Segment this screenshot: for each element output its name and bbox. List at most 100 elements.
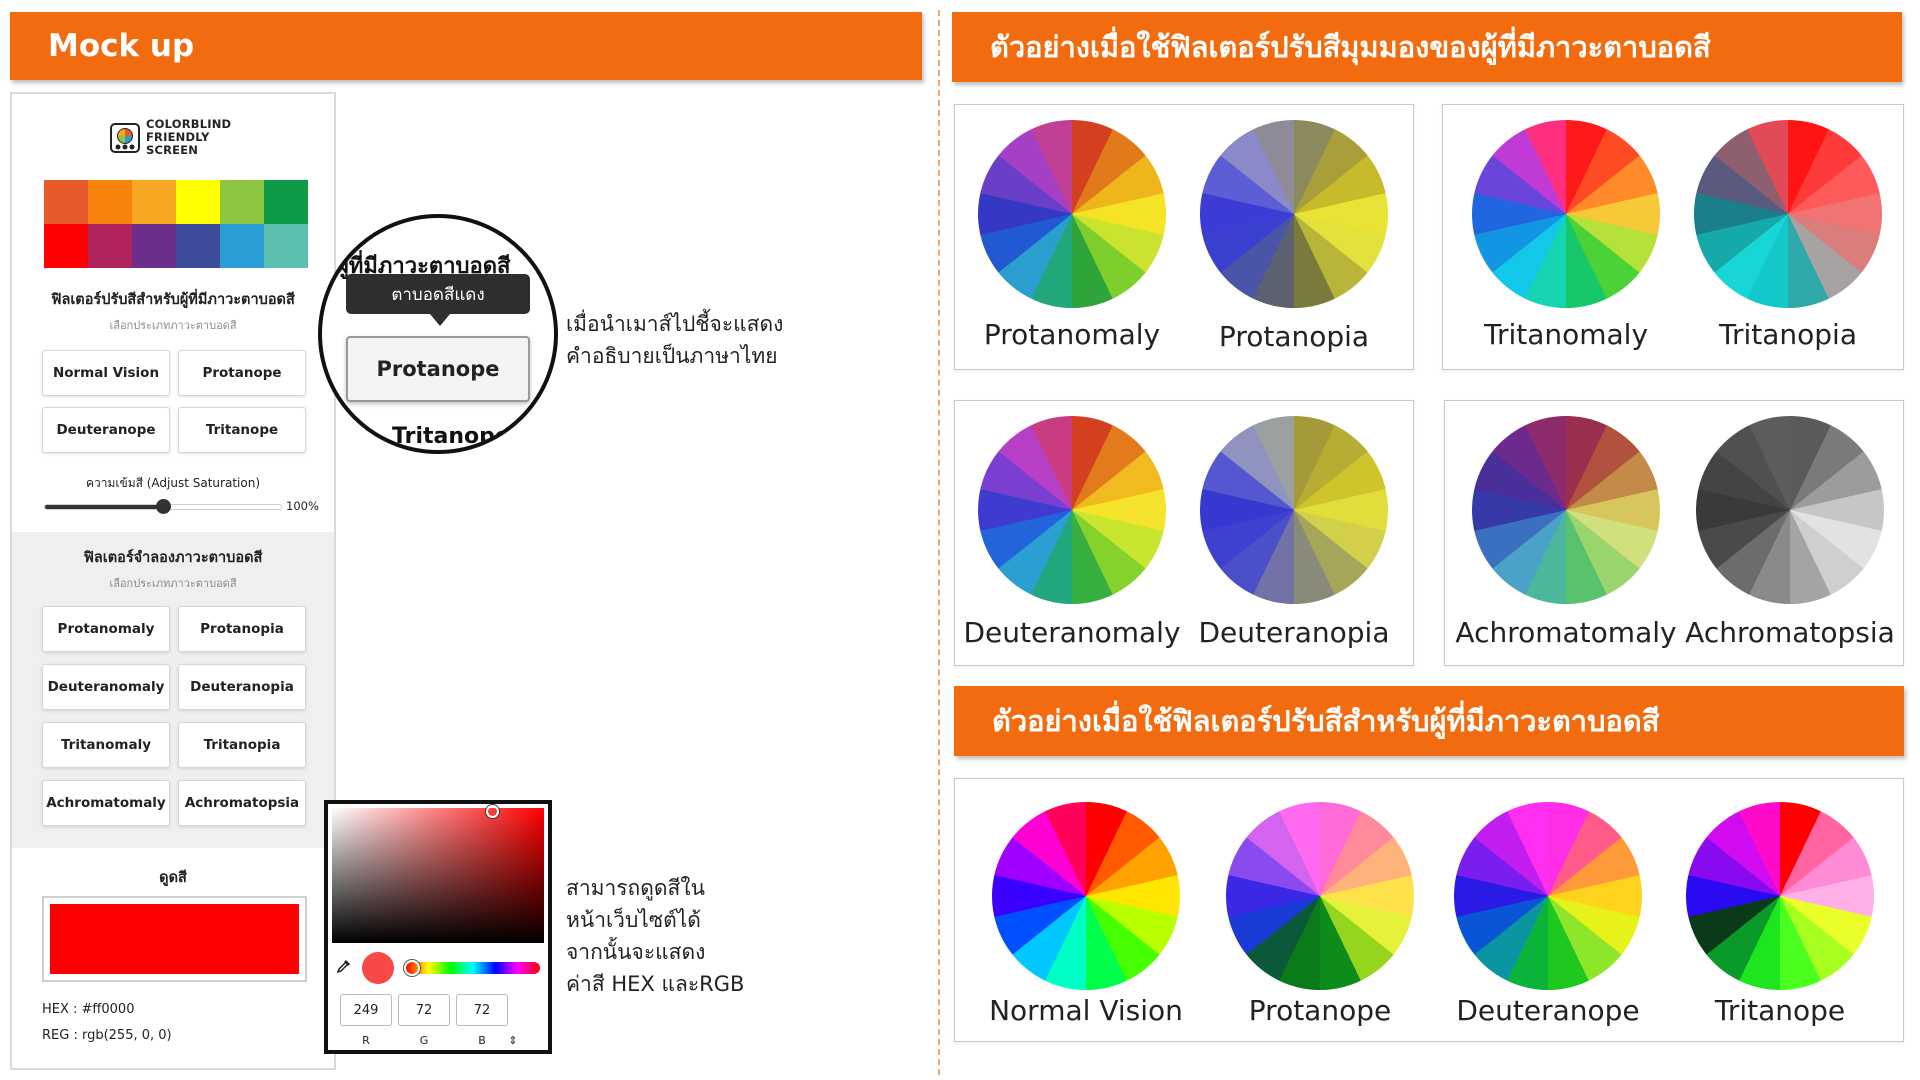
filter-wheel-label: Normal Vision: [989, 994, 1183, 1027]
tooltip-arrow: [430, 314, 450, 326]
note-line: เมื่อนำเมาส์ไปชี้จะแสดง: [566, 312, 784, 336]
filter-section-subtitle: เลือกประเภทภาวะตาบอดสี: [109, 319, 237, 332]
palette-swatch: [176, 224, 220, 268]
tritanomaly-button[interactable]: Tritanomaly: [42, 722, 170, 768]
simulation-wheel-2: [1472, 120, 1660, 308]
saturation-slider[interactable]: [44, 499, 282, 514]
simulation-wheel-3: [1694, 120, 1882, 308]
simulation-wheel-label: Protanomaly: [983, 318, 1161, 351]
filter-wheel-2: [1454, 802, 1642, 990]
palette-swatch: [132, 224, 176, 268]
palette-swatch: [44, 180, 88, 224]
r-input[interactable]: 249: [340, 994, 392, 1026]
achromatopsia-button[interactable]: Achromatopsia: [178, 780, 306, 826]
simulation-banner-title: ตัวอย่างเมื่อใช้ฟิลเตอร์ปรับสีมุมมองของผ…: [990, 30, 1711, 64]
saturation-slider-fill: [45, 505, 163, 509]
simulation-banner: ตัวอย่างเมื่อใช้ฟิลเตอร์ปรับสีมุมมองของผ…: [952, 12, 1902, 82]
palette-swatch: [44, 224, 88, 268]
color-picker: 249 72 72 R G B ⇕: [324, 800, 552, 1054]
protanope-button[interactable]: Protanope: [178, 350, 306, 396]
rgb-value: REG : rgb(255, 0, 0): [42, 1028, 172, 1043]
simulation-wheel-label: Protanopia: [1218, 320, 1370, 353]
achromatomaly-button[interactable]: Achromatomaly: [42, 780, 170, 826]
simulation-wheel-label: Achromatopsia: [1685, 616, 1895, 649]
saturation-label: ความเข้มสี (Adjust Saturation): [85, 476, 260, 490]
simulation-wheel-label: Achromatomaly: [1455, 616, 1677, 649]
zoom-fragment: Tritanope: [392, 424, 510, 449]
colorblind-logo-icon: [110, 122, 140, 153]
picker-field-handle[interactable]: [486, 805, 499, 818]
filter-section-title: ฟิลเตอร์ปรับสีสำหรับผู้ที่มีภาวะตาบอดสี: [51, 292, 295, 308]
color-preview-swatch: [50, 904, 299, 974]
saturation-value: 100%: [286, 499, 319, 513]
r-label: R: [362, 1034, 370, 1047]
palette-swatch: [132, 180, 176, 224]
g-label: G: [419, 1034, 429, 1047]
hex-value: HEX : #ff0000: [42, 1002, 135, 1017]
note-line: สามารถดูดสีใน: [566, 876, 705, 900]
note-line: คำอธิบายเป็นภาษาไทย: [566, 344, 778, 368]
note-line: หน้าเว็บไซต์ได้: [566, 908, 701, 932]
page-divider: [938, 10, 940, 1075]
deuteranomaly-button[interactable]: Deuteranomaly: [42, 664, 170, 710]
app-logo: COLORBLIND FRIENDLY SCREEN: [110, 118, 231, 157]
palette-swatch: [220, 224, 264, 268]
simulation-panel: ฟิลเตอร์จำลองภาวะตาบอดสี เลือกประเภทภาวะ…: [12, 532, 334, 848]
phone-mockup: COLORBLIND FRIENDLY SCREEN ฟิลเตอร์ปรับส…: [10, 92, 336, 1070]
filter-wheel-3: [1686, 802, 1874, 990]
logo-line: SCREEN: [146, 143, 199, 157]
b-input[interactable]: 72: [456, 994, 508, 1026]
saturation-value-field[interactable]: [332, 805, 544, 943]
palette-swatch: [220, 180, 264, 224]
palette-swatch: [88, 180, 132, 224]
note-line: ค่าสี HEX และRGB: [566, 972, 745, 996]
mockup-banner: Mock up: [10, 12, 922, 80]
tritanope-button[interactable]: Tritanope: [178, 407, 306, 453]
picker-section-title: ดูดสี: [159, 870, 187, 886]
filter-wheel-label: Tritanope: [1714, 994, 1846, 1027]
palette-swatch: [264, 180, 308, 224]
tritanopia-button[interactable]: Tritanopia: [178, 722, 306, 768]
protanomaly-button[interactable]: Protanomaly: [42, 606, 170, 652]
palette-swatch: [264, 224, 308, 268]
simulation-wheel-7: [1696, 416, 1884, 604]
mockup-banner-title: Mock up: [48, 28, 195, 64]
deuteranope-button[interactable]: Deuteranope: [42, 407, 170, 453]
saturation-slider-handle[interactable]: [156, 499, 171, 514]
filter-wheel-label: Protanope: [1248, 994, 1392, 1027]
simulation-section-title: ฟิลเตอร์จำลองภาวะตาบอดสี: [83, 550, 263, 566]
filter-wheel-1: [1226, 802, 1414, 990]
format-toggle-icon[interactable]: ⇕: [498, 1034, 528, 1047]
color-palette: [44, 180, 308, 268]
eyedropper-icon[interactable]: [336, 958, 352, 974]
simulation-wheel-label: Tritanopia: [1718, 318, 1857, 351]
filter-banner: ตัวอย่างเมื่อใช้ฟิลเตอร์ปรับสีสำหรับผู้ท…: [954, 686, 1904, 756]
palette-swatch: [88, 224, 132, 268]
simulation-section-subtitle: เลือกประเภทภาวะตาบอดสี: [109, 577, 237, 590]
tooltip: ตาบอดสีแดง: [346, 274, 530, 314]
simulation-wheel-6: [1472, 416, 1660, 604]
hue-slider-handle[interactable]: [404, 960, 420, 976]
app-logo-text: COLORBLIND FRIENDLY SCREEN: [146, 118, 231, 157]
deuteranopia-button[interactable]: Deuteranopia: [178, 664, 306, 710]
filter-wheel-0: [992, 802, 1180, 990]
picker-note: สามารถดูดสีใน หน้าเว็บไซต์ได้ จากนั้นจะแ…: [566, 872, 744, 1000]
g-input[interactable]: 72: [398, 994, 450, 1026]
hue-slider[interactable]: [404, 960, 540, 976]
simulation-wheel-label: Deuteranopia: [1198, 616, 1390, 649]
current-color-swatch: [362, 952, 394, 984]
palette-swatch: [176, 180, 220, 224]
simulation-wheel-1: [1200, 120, 1388, 308]
zoom-magnifier: ผู้ที่มีภาวะตาบอดสี ตาบอดสีแดง Protanope…: [318, 214, 558, 454]
simulation-wheel-label: Deuteranomaly: [963, 616, 1181, 649]
simulation-wheel-label: Tritanomaly: [1483, 318, 1649, 351]
zoom-protanope-button[interactable]: Protanope: [346, 336, 530, 402]
filter-wheel-label: Deuteranope: [1456, 994, 1640, 1027]
simulation-wheel-0: [978, 120, 1166, 308]
note-line: จากนั้นจะแสดง: [566, 940, 706, 964]
hover-note: เมื่อนำเมาส์ไปชี้จะแสดง คำอธิบายเป็นภาษา…: [566, 308, 783, 372]
simulation-wheel-5: [1200, 416, 1388, 604]
normal-vision-button[interactable]: Normal Vision: [42, 350, 170, 396]
color-preview: [42, 896, 307, 982]
protanopia-button[interactable]: Protanopia: [178, 606, 306, 652]
